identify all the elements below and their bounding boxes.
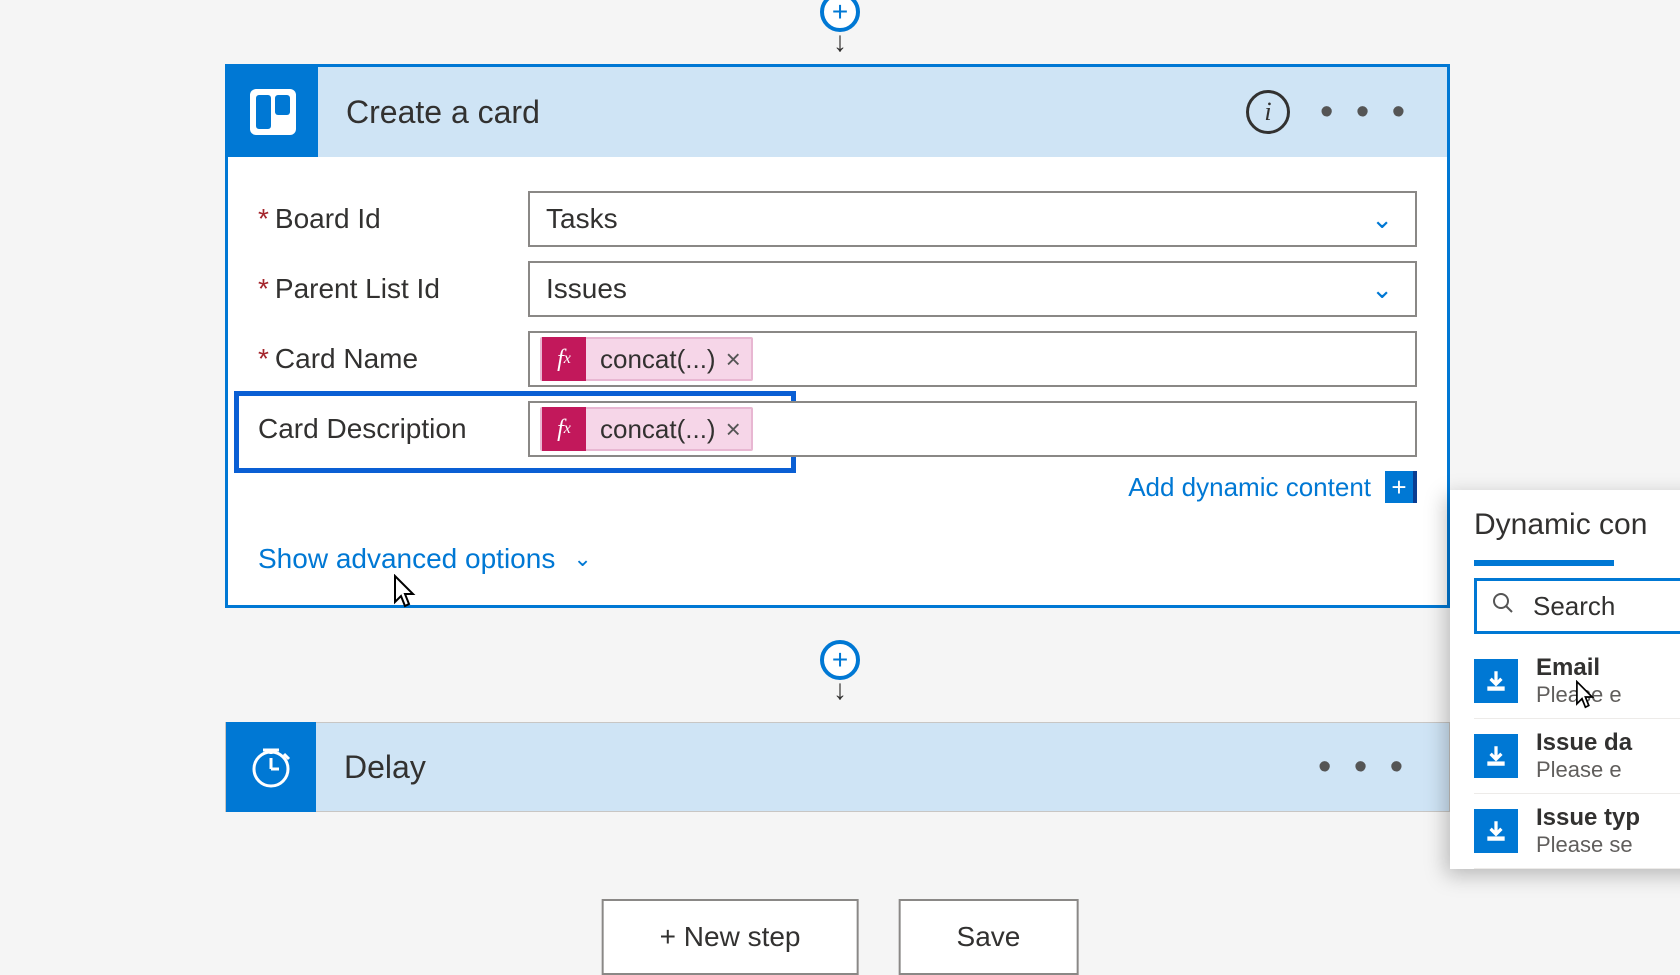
create-card-step: Create a card i • • • * Board Id Tasks ⌄… (225, 64, 1450, 608)
card-description-input[interactable]: fx concat(...) × (528, 401, 1417, 457)
dyn-item-name: Email (1536, 654, 1622, 682)
dyn-item-sub: Please se (1536, 832, 1640, 858)
card-name-row: * Card Name fx concat(...) × (258, 331, 1417, 387)
board-id-label: Board Id (275, 203, 381, 235)
required-marker: * (258, 203, 269, 235)
add-dynamic-label: Add dynamic content (1128, 472, 1371, 503)
parent-list-select[interactable]: Issues ⌄ (528, 261, 1417, 317)
card-description-row: Card Description fx concat(...) × (258, 401, 1417, 457)
token-label: concat(...) (586, 414, 726, 445)
plus-icon: + (1385, 471, 1417, 503)
dynamic-item[interactable]: Email Please e (1474, 644, 1680, 719)
clock-icon (226, 722, 316, 812)
dyn-item-sub: Please e (1536, 682, 1622, 708)
dynamic-content-panel: Dynamic con Search Email Please e Issue … (1450, 490, 1680, 869)
card-desc-label: Card Description (258, 413, 467, 445)
show-advanced-options-link[interactable]: Show advanced options ⌄ (258, 543, 592, 575)
trello-icon (228, 67, 318, 157)
chevron-down-icon: ⌄ (1371, 204, 1393, 235)
form-field-icon (1474, 734, 1518, 778)
add-step-mid[interactable]: + ↓ (810, 640, 870, 699)
create-card-header[interactable]: Create a card i • • • (228, 67, 1447, 157)
dynamic-item[interactable]: Issue da Please e (1474, 719, 1680, 794)
dynamic-item[interactable]: Issue typ Please se (1474, 794, 1680, 869)
search-placeholder: Search (1533, 591, 1615, 622)
fx-icon: fx (542, 407, 586, 451)
dynamic-content-search[interactable]: Search (1474, 578, 1680, 634)
create-card-title: Create a card (318, 94, 1246, 131)
card-name-input[interactable]: fx concat(...) × (528, 331, 1417, 387)
card-name-label: Card Name (275, 343, 418, 375)
expression-token[interactable]: fx concat(...) × (540, 407, 753, 451)
form-field-icon (1474, 809, 1518, 853)
form-field-icon (1474, 659, 1518, 703)
save-button[interactable]: Save (899, 899, 1079, 975)
footer-actions: + New step Save (602, 899, 1079, 975)
chevron-down-icon: ⌄ (1371, 274, 1393, 305)
token-remove-button[interactable]: × (726, 414, 751, 445)
dyn-item-name: Issue da (1536, 729, 1632, 757)
token-remove-button[interactable]: × (726, 344, 751, 375)
dynamic-content-title: Dynamic con (1474, 508, 1680, 542)
expression-token[interactable]: fx concat(...) × (540, 337, 753, 381)
parent-list-label: Parent List Id (275, 273, 440, 305)
add-dynamic-content-link[interactable]: Add dynamic content + (258, 471, 1417, 503)
board-id-row: * Board Id Tasks ⌄ (258, 191, 1417, 247)
arrow-down-icon: ↓ (833, 34, 847, 51)
arrow-down-icon: ↓ (833, 682, 847, 699)
delay-step[interactable]: Delay • • • (225, 722, 1450, 812)
dyn-item-name: Issue typ (1536, 804, 1640, 832)
add-step-top[interactable]: + ↓ (810, 0, 870, 51)
board-id-select[interactable]: Tasks ⌄ (528, 191, 1417, 247)
info-icon[interactable]: i (1246, 90, 1290, 134)
chevron-down-icon: ⌄ (573, 546, 591, 572)
search-icon (1491, 591, 1515, 622)
board-id-value: Tasks (546, 203, 618, 235)
parent-list-value: Issues (546, 273, 627, 305)
required-marker: * (258, 343, 269, 375)
required-marker: * (258, 273, 269, 305)
parent-list-row: * Parent List Id Issues ⌄ (258, 261, 1417, 317)
dynamic-content-tab-underline (1474, 560, 1614, 566)
new-step-button[interactable]: + New step (602, 899, 859, 975)
delay-title: Delay (316, 723, 1318, 811)
token-label: concat(...) (586, 344, 726, 375)
fx-icon: fx (542, 337, 586, 381)
advanced-label: Show advanced options (258, 543, 555, 575)
dyn-item-sub: Please e (1536, 757, 1632, 783)
